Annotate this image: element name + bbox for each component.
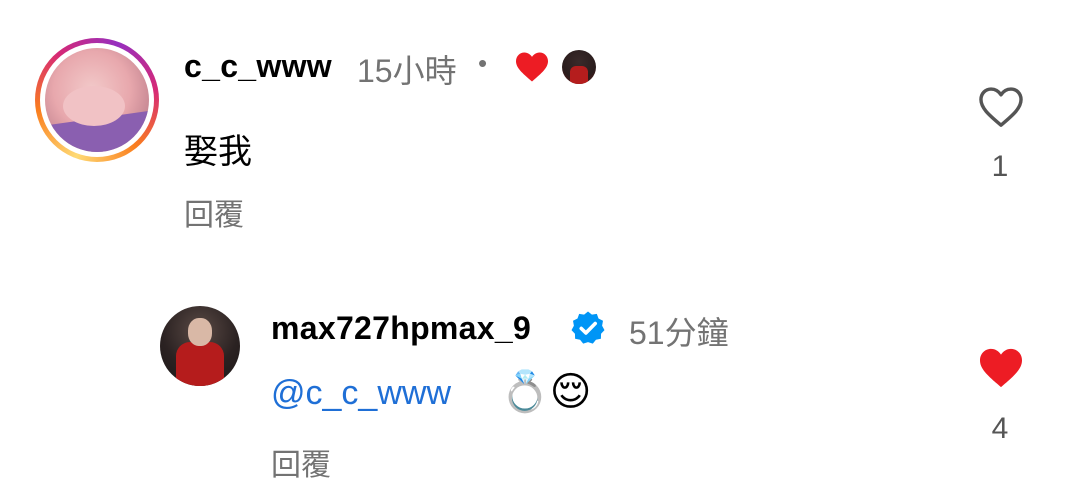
comment-text: 娶我 [184,133,252,171]
like-count: 1 [991,150,1009,183]
reply-button[interactable]: 回覆 [184,190,244,234]
reply-like-count: 4 [991,412,1009,445]
author-liked-heart-icon [514,51,550,88]
verified-badge-icon [570,310,606,351]
liked-heart-icon[interactable] [978,347,1024,394]
mention-link[interactable]: @c_c_www [271,374,451,413]
reply-timestamp: 51分鐘 [629,315,729,351]
commenter-avatar[interactable] [35,38,159,162]
reply-username[interactable]: max727hpmax_9 [271,310,531,347]
like-heart-icon[interactable] [978,86,1024,133]
separator-dot: • [478,48,488,78]
replier-avatar[interactable] [160,306,240,386]
reply-emojis: 💍😌 [500,370,592,414]
author-liked-avatar [562,50,596,84]
reply-button-2[interactable]: 回覆 [271,440,331,484]
comment-username[interactable]: c_c_www [184,48,332,85]
comment-timestamp: 15小時 [357,53,457,89]
